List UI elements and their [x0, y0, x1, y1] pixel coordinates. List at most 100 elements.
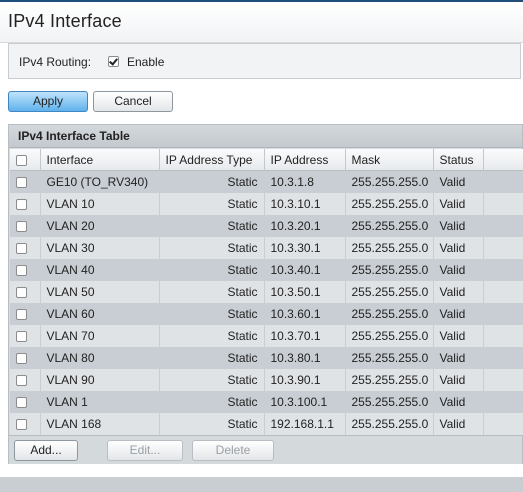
cell-spacer	[483, 193, 523, 215]
cell-ip-address: 10.3.1.8	[264, 170, 346, 193]
cell-status: Valid	[433, 281, 484, 303]
cell-ip-address-type: Static	[159, 193, 265, 215]
row-select-checkbox-icon[interactable]	[16, 177, 27, 188]
apply-button[interactable]: Apply	[8, 91, 88, 112]
row-select-cell[interactable]	[10, 413, 41, 435]
column-header-interface[interactable]: Interface	[40, 149, 160, 171]
cell-status: Valid	[433, 303, 484, 325]
edit-button[interactable]: Edit...	[107, 440, 183, 461]
cell-ip-address: 10.3.10.1	[264, 193, 346, 215]
cell-spacer	[483, 303, 523, 325]
cell-status: Valid	[433, 391, 484, 413]
cell-ip-address-type: Static	[159, 325, 265, 347]
table-row[interactable]: VLAN 30 Static 10.3.30.1 255.255.255.0 Valid	[10, 237, 523, 259]
cell-mask: 255.255.255.0	[345, 215, 434, 237]
table-row[interactable]: VLAN 80 Static 10.3.80.1 255.255.255.0 Valid	[10, 347, 523, 369]
row-select-cell[interactable]	[10, 391, 41, 413]
cell-ip-address-type: Static	[159, 391, 265, 413]
cell-interface: VLAN 20	[40, 215, 160, 237]
cell-ip-address: 10.3.100.1	[264, 391, 346, 413]
cancel-button[interactable]: Cancel	[93, 91, 173, 112]
cell-spacer	[483, 325, 523, 347]
cell-interface: GE10 (TO_RV340)	[40, 170, 160, 193]
cell-spacer	[483, 347, 523, 369]
header-select-all[interactable]	[10, 149, 41, 171]
row-select-cell[interactable]	[10, 303, 41, 325]
row-select-cell[interactable]	[10, 347, 41, 369]
column-header-status[interactable]: Status	[433, 149, 484, 171]
cell-status: Valid	[433, 347, 484, 369]
cell-ip-address: 10.3.90.1	[264, 369, 346, 391]
table-header-row: Interface IP Address Type IP Address Mas…	[10, 149, 523, 171]
cell-ip-address-type: Static	[159, 215, 265, 237]
column-header-mask[interactable]: Mask	[345, 149, 434, 171]
row-select-checkbox-icon[interactable]	[16, 287, 27, 298]
row-select-checkbox-icon[interactable]	[16, 199, 27, 210]
cell-spacer	[483, 281, 523, 303]
ipv4-interface-table-panel: IPv4 Interface Table Interface IP Addres…	[8, 124, 523, 464]
column-header-ip-address[interactable]: IP Address	[264, 149, 346, 171]
row-select-checkbox-icon[interactable]	[16, 265, 27, 276]
cell-interface: VLAN 60	[40, 303, 160, 325]
cell-spacer	[483, 413, 523, 435]
cell-mask: 255.255.255.0	[345, 303, 434, 325]
table-row[interactable]: VLAN 70 Static 10.3.70.1 255.255.255.0 Valid	[10, 325, 523, 347]
cell-ip-address-type: Static	[159, 237, 265, 259]
cell-ip-address: 10.3.80.1	[264, 347, 346, 369]
table-row[interactable]: VLAN 60 Static 10.3.60.1 255.255.255.0 Valid	[10, 303, 523, 325]
row-select-checkbox-icon[interactable]	[16, 331, 27, 342]
cell-interface: VLAN 50	[40, 281, 160, 303]
cell-mask: 255.255.255.0	[345, 193, 434, 215]
row-select-cell[interactable]	[10, 281, 41, 303]
cell-ip-address: 10.3.50.1	[264, 281, 346, 303]
ipv4-routing-label: IPv4 Routing:	[19, 55, 92, 69]
row-select-cell[interactable]	[10, 259, 41, 281]
table-row[interactable]: VLAN 50 Static 10.3.50.1 255.255.255.0 Valid	[10, 281, 523, 303]
cell-ip-address: 192.168.1.1	[264, 413, 346, 435]
cell-ip-address: 10.3.70.1	[264, 325, 346, 347]
add-button[interactable]: Add...	[14, 440, 78, 461]
row-select-checkbox-icon[interactable]	[16, 419, 27, 430]
cell-spacer	[483, 391, 523, 413]
ipv4-routing-enable-label: Enable	[127, 55, 165, 69]
row-select-cell[interactable]	[10, 170, 41, 193]
table-row[interactable]: VLAN 10 Static 10.3.10.1 255.255.255.0 Valid	[10, 193, 523, 215]
column-header-spacer	[483, 149, 523, 171]
delete-button[interactable]: Delete	[192, 440, 274, 461]
cell-spacer	[483, 237, 523, 259]
row-select-cell[interactable]	[10, 325, 41, 347]
table-row[interactable]: VLAN 1 Static 10.3.100.1 255.255.255.0 Valid	[10, 391, 523, 413]
cell-spacer	[483, 369, 523, 391]
row-select-cell[interactable]	[10, 215, 41, 237]
cell-status: Valid	[433, 413, 484, 435]
select-all-checkbox-icon[interactable]	[16, 154, 27, 166]
table-row[interactable]: VLAN 20 Static 10.3.20.1 255.255.255.0 Valid	[10, 215, 523, 237]
row-select-checkbox-icon[interactable]	[16, 375, 27, 386]
cell-interface: VLAN 10	[40, 193, 160, 215]
row-select-cell[interactable]	[10, 237, 41, 259]
cell-ip-address-type: Static	[159, 281, 265, 303]
column-header-ip-address-type[interactable]: IP Address Type	[159, 149, 265, 171]
cell-interface: VLAN 30	[40, 237, 160, 259]
cell-ip-address: 10.3.60.1	[264, 303, 346, 325]
page-header: IPv4 Interface	[0, 2, 523, 43]
cell-interface: VLAN 70	[40, 325, 160, 347]
table-row[interactable]: VLAN 40 Static 10.3.40.1 255.255.255.0 Valid	[10, 259, 523, 281]
cell-spacer	[483, 215, 523, 237]
cell-interface: VLAN 168	[40, 413, 160, 435]
table-row[interactable]: VLAN 90 Static 10.3.90.1 255.255.255.0 Valid	[10, 369, 523, 391]
cell-mask: 255.255.255.0	[345, 237, 434, 259]
table-row[interactable]: GE10 (TO_RV340) Static 10.3.1.8 255.255.255…	[10, 170, 523, 193]
row-select-checkbox-icon[interactable]	[16, 353, 27, 364]
row-select-cell[interactable]	[10, 193, 41, 215]
ipv4-routing-enable-checkbox-icon[interactable]	[108, 56, 119, 67]
row-select-checkbox-icon[interactable]	[16, 397, 27, 408]
cell-spacer	[483, 170, 523, 193]
cell-mask: 255.255.255.0	[345, 413, 434, 435]
table-row[interactable]: VLAN 168 Static 192.168.1.1 255.255.255.0 Va…	[10, 413, 523, 435]
row-select-checkbox-icon[interactable]	[16, 243, 27, 254]
row-select-cell[interactable]	[10, 369, 41, 391]
row-select-checkbox-icon[interactable]	[16, 309, 27, 320]
row-select-checkbox-icon[interactable]	[16, 221, 27, 232]
cell-ip-address-type: Static	[159, 170, 265, 193]
